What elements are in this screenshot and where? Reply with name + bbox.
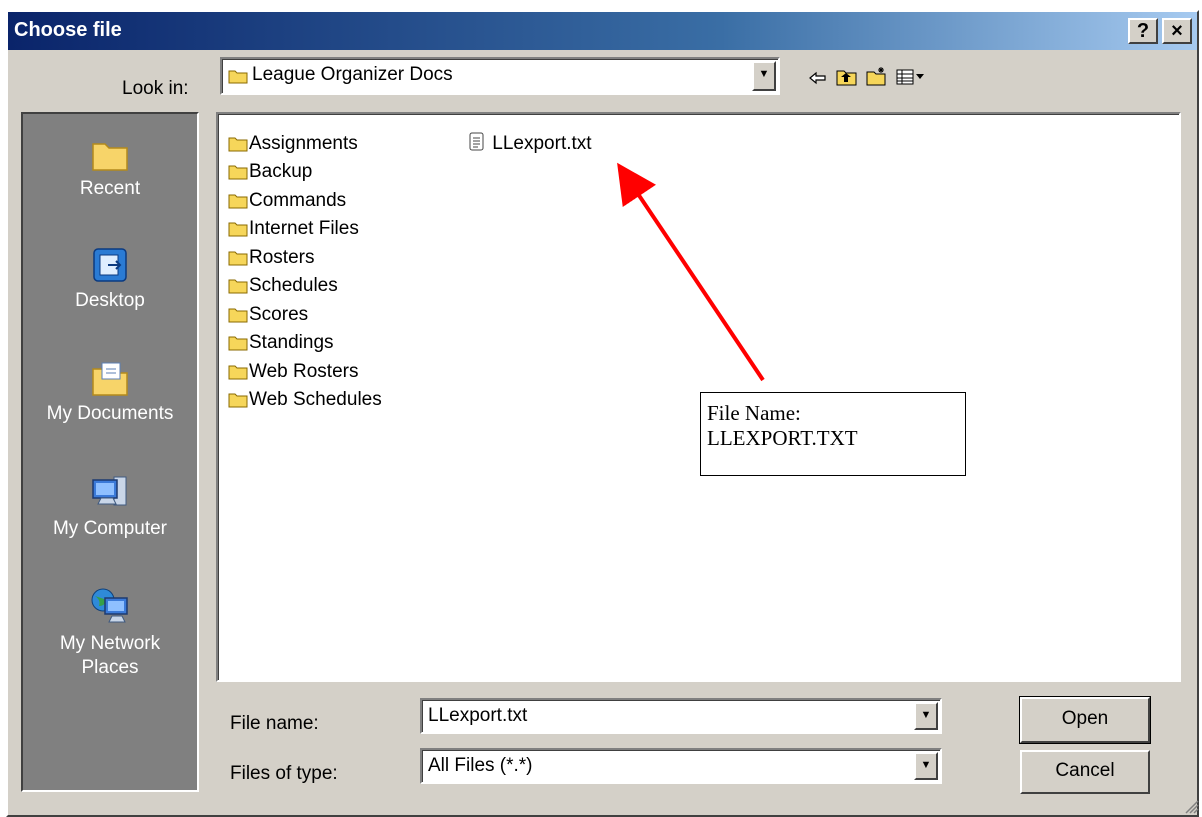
close-button[interactable]: × — [1162, 18, 1192, 44]
file-name-value: LLexport.txt — [428, 705, 528, 726]
file-item[interactable]: LLexport.txt — [468, 130, 592, 158]
file-name-input[interactable]: LLexport.txt ▼ — [420, 698, 942, 734]
file-type-label: Files of type: — [230, 763, 338, 784]
folder-name: Rosters — [249, 247, 315, 268]
folder-item[interactable]: Web Rosters — [228, 358, 358, 386]
look-in-value: League Organizer Docs — [252, 64, 453, 85]
place-label: Desktop — [75, 290, 145, 311]
place-recent[interactable]: Recent — [23, 136, 197, 200]
open-button[interactable]: Open — [1019, 696, 1151, 744]
title-bar[interactable]: Choose file ? × — [8, 12, 1197, 50]
annotation-line-2: LLEXPORT.TXT — [707, 426, 858, 450]
folder-name: Web Schedules — [249, 389, 382, 410]
back-arrow-icon[interactable] — [808, 70, 828, 86]
file-type-dropdown[interactable]: All Files (*.*) ▼ — [420, 748, 942, 784]
folder-name: Assignments — [249, 133, 358, 154]
folder-name: Internet Files — [249, 218, 359, 239]
folder-icon — [228, 308, 248, 323]
folder-name: Backup — [249, 161, 313, 182]
folder-item[interactable]: Assignments — [228, 130, 358, 158]
place-desktop[interactable]: Desktop — [23, 246, 197, 312]
chevron-down-icon[interactable]: ▼ — [914, 752, 938, 780]
places-bar: Recent Desktop My Documents My Computer — [21, 112, 199, 792]
desktop-icon — [93, 248, 127, 282]
folder-name: Schedules — [249, 275, 338, 296]
folder-name: Standings — [249, 332, 334, 353]
chevron-down-icon[interactable]: ▼ — [752, 61, 776, 91]
look-in-label: Look in: — [122, 78, 189, 99]
view-menu-icon[interactable] — [896, 68, 926, 86]
folder-icon — [228, 70, 248, 84]
annotation-callout: File Name: LLEXPORT.TXT — [700, 392, 966, 476]
place-my-computer[interactable]: My Computer — [23, 474, 197, 540]
folder-icon — [228, 222, 248, 237]
my-computer-icon — [92, 476, 127, 506]
place-network[interactable]: My Network Places — [23, 586, 197, 680]
help-button[interactable]: ? — [1128, 18, 1158, 44]
file-list[interactable]: Assignments Backup Commands Internet Fil… — [216, 112, 1181, 682]
folder-item[interactable]: Web Schedules — [228, 386, 382, 414]
resize-grip-icon[interactable] — [1180, 795, 1200, 815]
place-label: My Documents — [46, 403, 174, 424]
folder-icon — [228, 279, 248, 294]
place-label: My Computer — [52, 518, 168, 539]
place-label: My Network Places — [59, 633, 161, 678]
file-name: LLexport.txt — [492, 133, 592, 154]
file-name-label: File name: — [230, 713, 319, 734]
my-documents-icon — [92, 362, 128, 396]
file-type-value: All Files (*.*) — [428, 755, 533, 776]
place-my-documents[interactable]: My Documents — [23, 359, 197, 425]
folder-name: Web Rosters — [249, 361, 359, 382]
cancel-button[interactable]: Cancel — [1020, 750, 1150, 794]
new-folder-icon[interactable] — [866, 66, 888, 86]
folder-name: Scores — [249, 304, 309, 325]
folder-item[interactable]: Internet Files — [228, 215, 359, 243]
text-file-icon — [469, 132, 484, 151]
folder-item[interactable]: Standings — [228, 329, 334, 357]
annotation-line-1: File Name: — [707, 401, 801, 425]
folder-item[interactable]: Scores — [228, 301, 308, 329]
folder-item[interactable]: Rosters — [228, 244, 314, 272]
folder-icon — [228, 251, 248, 266]
folder-icon — [228, 194, 248, 209]
dialog-title: Choose file — [14, 19, 122, 41]
folder-item[interactable]: Schedules — [228, 272, 338, 300]
folder-icon — [228, 393, 248, 408]
folder-icon — [228, 137, 248, 152]
folder-icon — [228, 336, 248, 351]
folder-item[interactable]: Commands — [228, 187, 346, 215]
recent-icon — [92, 143, 128, 171]
up-folder-icon[interactable] — [836, 68, 858, 86]
folder-icon — [228, 365, 248, 380]
place-label: Recent — [79, 178, 141, 199]
chevron-down-icon[interactable]: ▼ — [914, 702, 938, 730]
folder-item[interactable]: Backup — [228, 158, 312, 186]
network-places-icon — [91, 588, 128, 623]
look-in-dropdown[interactable]: League Organizer Docs ▼ — [220, 57, 780, 95]
folder-icon — [228, 165, 248, 180]
folder-name: Commands — [249, 190, 347, 211]
